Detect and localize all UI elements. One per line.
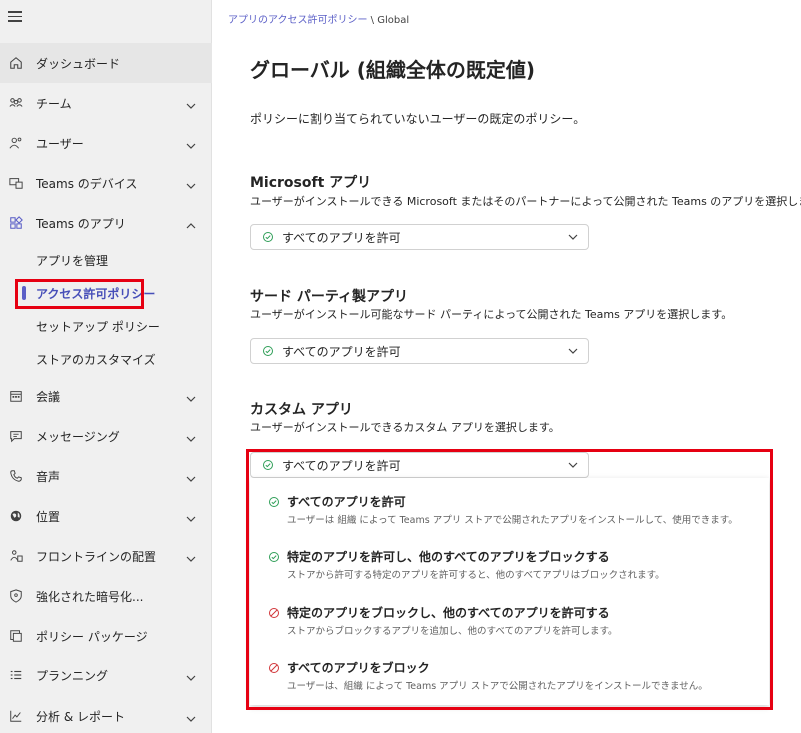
sidebar-item-label: Teams のデバイス	[36, 176, 138, 191]
users-icon	[8, 135, 24, 151]
sidebar-subitem-label: ストアのカスタマイズ	[36, 352, 156, 367]
phone-icon	[8, 468, 24, 484]
section-title-custom-apps: カスタム アプリ	[250, 402, 353, 418]
chevron-down-icon	[185, 430, 197, 442]
sidebar-item-label: プランニング	[36, 668, 109, 683]
chevron-down-icon	[185, 510, 197, 522]
sidebar-item-messaging[interactable]: メッセージング	[0, 416, 212, 456]
chevron-down-icon	[185, 390, 197, 402]
sidebar-item-analytics[interactable]: 分析 & レポート	[0, 696, 212, 733]
dropdown-value: すべてのアプリを許可	[282, 230, 401, 245]
sidebar-subitem-setup-policies[interactable]: セットアップ ポリシー	[0, 310, 212, 342]
breadcrumb-separator: \	[367, 15, 378, 26]
chevron-down-icon	[185, 470, 197, 482]
chevron-down-icon	[185, 710, 197, 722]
check-circle-icon	[263, 232, 273, 242]
chevron-down-icon	[568, 234, 578, 240]
sidebar-item-label: チーム	[36, 96, 72, 111]
sidebar-subitem-label: セットアップ ポリシー	[36, 319, 160, 334]
sidebar-item-label: 会議	[36, 389, 61, 404]
sidebar-subitem-manage-apps[interactable]: アプリを管理	[0, 244, 212, 276]
sidebar-item-planning[interactable]: プランニング	[0, 655, 212, 695]
chart-icon	[8, 708, 24, 724]
sidebar-item-policy-packages[interactable]: ポリシー パッケージ	[0, 616, 212, 656]
sidebar-item-devices[interactable]: Teams のデバイス	[0, 163, 212, 203]
section-description: ユーザーがインストールできる Microsoft またはそのパートナーによって公…	[250, 195, 801, 208]
apps-icon	[8, 215, 24, 231]
section-title-microsoft-apps: Microsoft アプリ	[250, 175, 372, 191]
third-party-apps-dropdown[interactable]: すべてのアプリを許可	[250, 338, 589, 364]
shield-icon	[8, 588, 24, 604]
sidebar-item-label: ポリシー パッケージ	[36, 629, 148, 644]
breadcrumb-link[interactable]: アプリのアクセス許可ポリシー	[228, 15, 368, 26]
calendar-icon	[8, 388, 24, 404]
chevron-up-icon	[185, 217, 197, 229]
list-icon	[8, 667, 24, 683]
package-icon	[8, 628, 24, 644]
sidebar-item-label: 分析 & レポート	[36, 709, 125, 724]
sidebar-subitem-customize-store[interactable]: ストアのカスタマイズ	[0, 343, 212, 375]
sidebar-item-dashboard[interactable]: ダッシュボード	[0, 43, 212, 83]
sidebar-item-teams-apps[interactable]: Teams のアプリ	[0, 203, 212, 243]
highlight-box-sidebar	[15, 279, 144, 309]
sidebar-item-users[interactable]: ユーザー	[0, 123, 212, 163]
sidebar: ダッシュボード チーム ユーザー Teams のデバイス Teams のアプリ …	[0, 0, 212, 733]
section-description: ユーザーがインストール可能なサード パーティによって公開された Teams アプ…	[250, 308, 733, 321]
page-title: グローバル (組織全体の既定値)	[250, 58, 536, 82]
chevron-down-icon	[185, 137, 197, 149]
hamburger-menu-icon[interactable]	[8, 11, 22, 23]
section-title-third-party-apps: サード パーティ製アプリ	[250, 289, 409, 305]
sidebar-item-label: Teams のアプリ	[36, 216, 126, 231]
sidebar-item-label: ユーザー	[36, 136, 84, 151]
frontline-icon	[8, 548, 24, 564]
sidebar-subitem-label: アプリを管理	[36, 253, 109, 268]
chevron-down-icon	[185, 550, 197, 562]
sidebar-item-label: 位置	[36, 509, 61, 524]
microsoft-apps-dropdown[interactable]: すべてのアプリを許可	[250, 224, 589, 250]
chevron-down-icon	[568, 348, 578, 354]
sidebar-item-locations[interactable]: 位置	[0, 496, 212, 536]
sidebar-item-voice[interactable]: 音声	[0, 456, 212, 496]
breadcrumb-current: Global	[377, 15, 410, 26]
globe-icon	[8, 508, 24, 524]
sidebar-item-label: 強化された暗号化...	[36, 589, 144, 604]
section-description: ユーザーがインストールできるカスタム アプリを選択します。	[250, 421, 560, 434]
check-circle-icon	[263, 346, 273, 356]
sidebar-item-meetings[interactable]: 会議	[0, 376, 212, 416]
sidebar-item-label: メッセージング	[36, 429, 120, 444]
highlight-box-menu	[246, 449, 773, 710]
sidebar-item-enhanced-encryption[interactable]: 強化された暗号化...	[0, 576, 212, 616]
chat-icon	[8, 428, 24, 444]
dropdown-value: すべてのアプリを許可	[282, 344, 401, 359]
chevron-down-icon	[185, 669, 197, 681]
page-description: ポリシーに割り当てられていないユーザーの既定のポリシー。	[250, 112, 586, 126]
breadcrumb: アプリのアクセス許可ポリシー \ Global	[228, 11, 409, 26]
sidebar-item-label: ダッシュボード	[36, 56, 121, 71]
teams-group-icon	[8, 95, 24, 111]
devices-icon	[8, 175, 24, 191]
chevron-down-icon	[185, 177, 197, 189]
sidebar-item-label: フロントラインの配置	[36, 549, 157, 564]
sidebar-item-frontline[interactable]: フロントラインの配置	[0, 536, 212, 576]
sidebar-item-teams[interactable]: チーム	[0, 83, 212, 123]
home-icon	[8, 55, 24, 71]
sidebar-item-label: 音声	[36, 469, 61, 484]
chevron-down-icon	[185, 97, 197, 109]
